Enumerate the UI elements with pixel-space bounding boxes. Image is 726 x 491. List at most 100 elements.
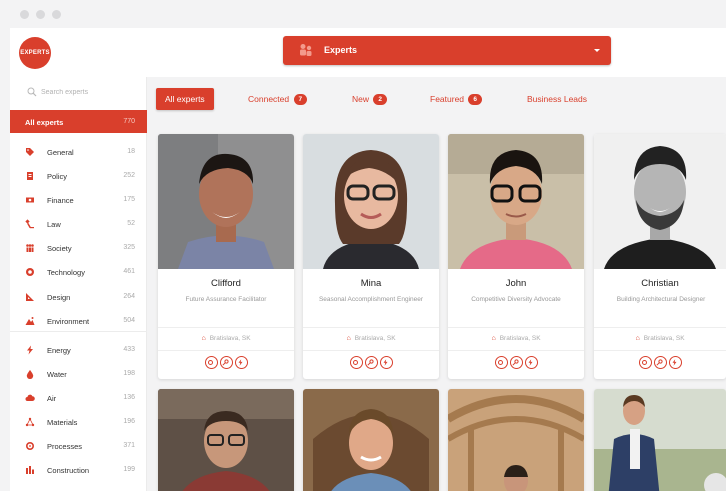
sidebar-item-design[interactable]: Design 264 — [10, 285, 147, 309]
window-close-dot[interactable] — [20, 10, 29, 19]
expert-name: Mina — [360, 278, 382, 289]
materials-icon — [25, 417, 35, 427]
sidebar-divider — [10, 331, 147, 332]
sidebar-item-processes[interactable]: Processes 371 — [10, 434, 147, 458]
connect-icon[interactable] — [494, 356, 508, 369]
card-divider — [594, 327, 726, 328]
processes-icon — [25, 441, 35, 451]
lightning-icon[interactable] — [668, 356, 682, 369]
key-icon[interactable] — [219, 356, 233, 369]
construction-icon — [26, 466, 34, 474]
chevron-down-icon — [594, 49, 600, 52]
expert-card[interactable]: John Competitive Diversity Advocate ⌂ Bra… — [448, 134, 584, 379]
expert-card[interactable]: Mina Seasonal Accomplishment Engineer ⌂ B… — [303, 134, 439, 379]
expert-photo — [158, 389, 294, 491]
tab-new[interactable]: New 2 — [352, 88, 388, 110]
search-input[interactable] — [41, 85, 139, 99]
expert-name: Christian — [641, 278, 679, 289]
expert-photo — [448, 389, 584, 491]
lightning-icon[interactable] — [524, 356, 538, 369]
expert-location: ⌂ Bratislava, SK — [158, 335, 294, 342]
sidebar-item-policy[interactable]: Policy 252 — [10, 164, 147, 188]
search-bar — [10, 77, 147, 109]
card-divider — [594, 350, 726, 351]
key-icon[interactable] — [364, 356, 378, 369]
search-icon — [27, 87, 37, 97]
expert-card[interactable] — [158, 389, 294, 491]
sidebar-item-technology[interactable]: Technology 461 — [10, 260, 147, 284]
window-minimize-dot[interactable] — [36, 10, 45, 19]
expert-location: ⌂ Bratislava, SK — [448, 335, 584, 342]
expert-photo — [448, 134, 584, 269]
expert-card[interactable] — [303, 389, 439, 491]
card-divider — [158, 350, 294, 351]
card-divider — [448, 327, 584, 328]
expert-card[interactable] — [594, 389, 726, 491]
home-icon: ⌂ — [346, 335, 351, 342]
sidebar-item-label: Processes — [47, 442, 83, 451]
sidebar-item-society[interactable]: Society 325 — [10, 236, 147, 260]
expert-photo — [303, 389, 439, 491]
location-text: Bratislava, SK — [209, 335, 251, 342]
sidebar-item-general[interactable]: General 18 — [10, 140, 147, 164]
sidebar-item-count: 175 — [123, 196, 135, 203]
lightning-icon[interactable] — [379, 356, 393, 369]
tab-business-leads[interactable]: Business Leads — [527, 88, 587, 110]
logo-text: EXPERTS — [20, 50, 50, 56]
sidebar-item-label: All experts — [25, 118, 64, 127]
key-icon[interactable] — [653, 356, 667, 369]
sidebar-item-count: 504 — [123, 317, 135, 324]
experts-selector-label: Experts — [324, 45, 358, 55]
sidebar-item-count: 136 — [123, 394, 135, 401]
sidebar-item-water[interactable]: Water 198 — [10, 362, 147, 386]
expert-card[interactable]: Christian Building Architectural Designe… — [594, 134, 726, 379]
tab-all-experts[interactable]: All experts — [156, 88, 214, 110]
window-maximize-dot[interactable] — [52, 10, 61, 19]
sidebar-item-all-experts[interactable]: All experts 770 — [10, 110, 147, 133]
sidebar-item-energy[interactable]: Energy 433 — [10, 338, 147, 362]
tab-label: Connected — [248, 94, 290, 104]
sidebar-item-construction[interactable]: Construction 199 — [10, 458, 147, 482]
card-divider — [158, 327, 294, 328]
tab-connected[interactable]: Connected 7 — [248, 88, 308, 110]
environment-icon — [25, 317, 35, 325]
sidebar-item-count: 325 — [123, 244, 135, 251]
sidebar-item-label: Energy — [47, 346, 71, 355]
lightning-icon[interactable] — [234, 356, 248, 369]
energy-icon — [27, 345, 33, 355]
location-text: Bratislava, SK — [643, 335, 685, 342]
key-icon[interactable] — [509, 356, 523, 369]
sidebar-item-law[interactable]: Law 52 — [10, 212, 147, 236]
count-badge: 7 — [293, 94, 308, 105]
expert-role: Seasonal Accomplishment Engineer — [318, 296, 424, 303]
card-actions — [303, 356, 439, 372]
sidebar-item-count: 371 — [123, 442, 135, 449]
policy-icon — [27, 172, 33, 180]
sidebar-item-label: Policy — [47, 172, 68, 181]
sidebar-item-label: Construction — [47, 466, 90, 475]
sidebar-item-count: 196 — [123, 418, 135, 425]
tab-featured[interactable]: Featured 6 — [430, 88, 483, 110]
sidebar-item-count: 433 — [123, 346, 135, 353]
connect-icon[interactable] — [638, 356, 652, 369]
sidebar-item-finance[interactable]: Finance 175 — [10, 188, 147, 212]
sidebar-item-materials[interactable]: Materials 196 — [10, 410, 147, 434]
sidebar-item-count: 264 — [123, 293, 135, 300]
brand-logo[interactable]: EXPERTS — [19, 37, 51, 69]
sidebar-item-environment[interactable]: Environment 504 — [10, 309, 147, 333]
experts-selector[interactable]: Experts — [283, 36, 611, 65]
filter-tabs: All experts Connected 7 New 2 Featured 6… — [147, 77, 726, 121]
expert-card[interactable] — [448, 389, 584, 491]
expert-card[interactable]: Clifford Future Assurance Facilitator ⌂ B… — [158, 134, 294, 379]
card-divider — [303, 350, 439, 351]
connect-icon[interactable] — [349, 356, 363, 369]
top-bar: EXPERTS Experts — [10, 28, 726, 77]
sidebar-item-label: Design — [47, 293, 71, 302]
expert-photo — [303, 134, 439, 269]
sidebar-item-label: General — [47, 148, 74, 157]
tab-label: New — [352, 94, 370, 104]
expert-photo — [594, 389, 726, 491]
home-icon: ⌂ — [635, 335, 640, 342]
sidebar-item-air[interactable]: Air 136 — [10, 386, 147, 410]
connect-icon[interactable] — [204, 356, 218, 369]
